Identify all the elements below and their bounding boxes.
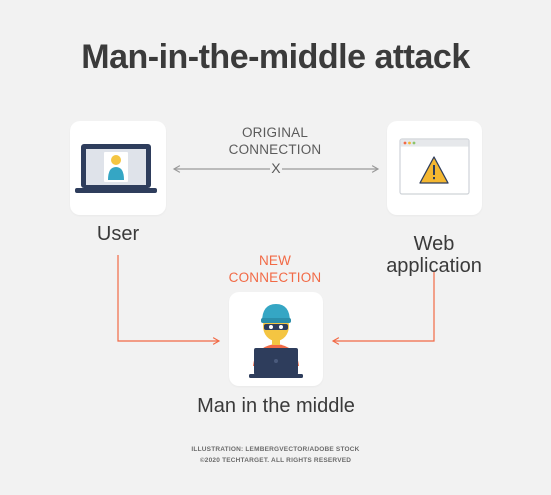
webapp-to-attacker-line bbox=[331, 272, 435, 345]
original-connection-label: ORIGINAL CONNECTION bbox=[205, 124, 345, 158]
hacker-laptop-icon bbox=[249, 304, 303, 378]
browser-warning-icon bbox=[399, 138, 470, 195]
original-connection-line1: ORIGINAL bbox=[241, 125, 309, 140]
new-connection-label: NEW CONNECTION bbox=[205, 252, 345, 286]
attacker-card bbox=[229, 292, 323, 386]
new-connection-line2: CONNECTION bbox=[228, 270, 322, 285]
user-to-attacker-line bbox=[117, 255, 221, 345]
attacker-label: Man in the middle bbox=[197, 395, 355, 417]
user-card bbox=[70, 121, 166, 215]
original-connection-line2: CONNECTION bbox=[228, 142, 322, 157]
web-app-card bbox=[387, 121, 482, 215]
user-label: User bbox=[96, 223, 140, 245]
credit-copyright: ©2020 TECHTARGET. ALL RIGHTS RESERVED bbox=[199, 457, 352, 464]
web-app-label: Web application bbox=[386, 233, 482, 277]
new-connection-line1: NEW bbox=[258, 253, 292, 268]
broken-connection-marker: X bbox=[271, 160, 281, 176]
laptop-user-icon bbox=[75, 144, 157, 193]
credit-illustration: ILLUSTRATION: LEMBERGVECTOR/ADOBE STOCK bbox=[191, 446, 360, 453]
